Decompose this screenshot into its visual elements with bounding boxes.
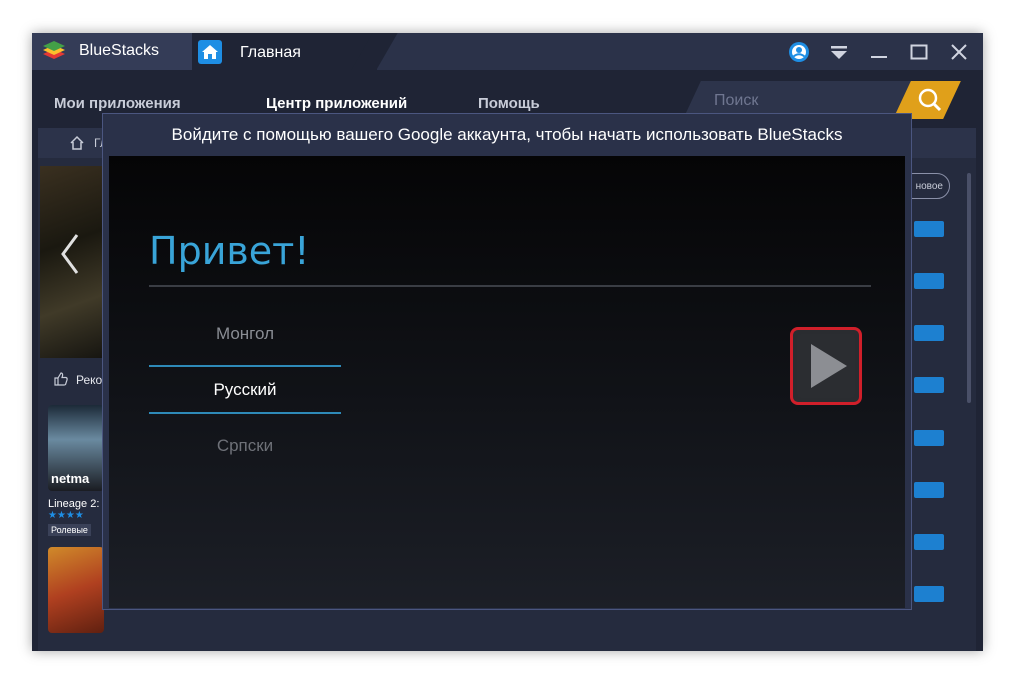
title-bar: BlueStacks Главная <box>32 33 983 70</box>
download-button[interactable] <box>914 377 944 393</box>
download-button[interactable] <box>914 325 944 341</box>
language-option-russian[interactable]: Русский <box>149 380 341 400</box>
greeting-title: Привет! <box>149 229 310 273</box>
download-button[interactable] <box>914 273 944 289</box>
maximize-icon[interactable] <box>908 41 930 63</box>
download-button[interactable] <box>914 430 944 446</box>
dialog-header: Войдите с помощью вашего Google аккаунта… <box>171 125 843 144</box>
recommended-label: Реко <box>76 373 103 387</box>
home-small-icon[interactable] <box>69 135 85 151</box>
close-icon[interactable] <box>948 41 970 63</box>
home-icon <box>198 40 222 64</box>
chevron-left-icon[interactable] <box>58 231 82 277</box>
app-tile-text: netma <box>51 471 90 486</box>
bluestacks-logo-icon <box>43 41 65 59</box>
app-name-label: Lineage 2: <box>48 498 100 510</box>
search-input[interactable]: Поиск <box>714 92 758 110</box>
app-thumbnail[interactable]: netma <box>48 405 104 491</box>
play-arrow-icon <box>811 344 847 388</box>
minimize-icon[interactable] <box>868 41 890 63</box>
app-name: BlueStacks <box>79 42 160 59</box>
bluestacks-window: BlueStacks Главная Мои приложения Центр … <box>32 33 983 651</box>
download-button[interactable] <box>914 586 944 602</box>
home-tab-title: Главная <box>240 44 301 61</box>
download-button[interactable] <box>914 482 944 498</box>
language-option-serbian[interactable]: Српски <box>149 436 341 456</box>
nav-help[interactable]: Помощь <box>478 95 540 112</box>
nav-app-center[interactable]: Центр приложений <box>266 95 407 112</box>
rating-stars: ★★★★ <box>48 510 84 521</box>
search-icon <box>918 88 942 112</box>
selection-line-bottom <box>149 412 341 414</box>
nav-my-apps[interactable]: Мои приложения <box>54 95 181 112</box>
thumbs-up-icon <box>54 372 68 386</box>
language-option-mongol[interactable]: Монгол <box>149 324 341 344</box>
next-button[interactable] <box>790 327 862 405</box>
selection-line-top <box>149 365 341 367</box>
download-button[interactable] <box>914 534 944 550</box>
menu-dropdown-icon[interactable] <box>828 41 850 63</box>
app-thumbnail[interactable] <box>48 547 104 633</box>
app-genre: Ролевые <box>48 524 91 536</box>
scrollbar[interactable] <box>967 173 971 403</box>
google-signin-dialog: Войдите с помощью вашего Google аккаунта… <box>102 113 912 610</box>
account-icon[interactable] <box>788 41 810 63</box>
divider <box>149 285 871 287</box>
download-button[interactable] <box>914 221 944 237</box>
android-setup-screen: Привет! Монгол Русский Српски <box>109 156 905 608</box>
